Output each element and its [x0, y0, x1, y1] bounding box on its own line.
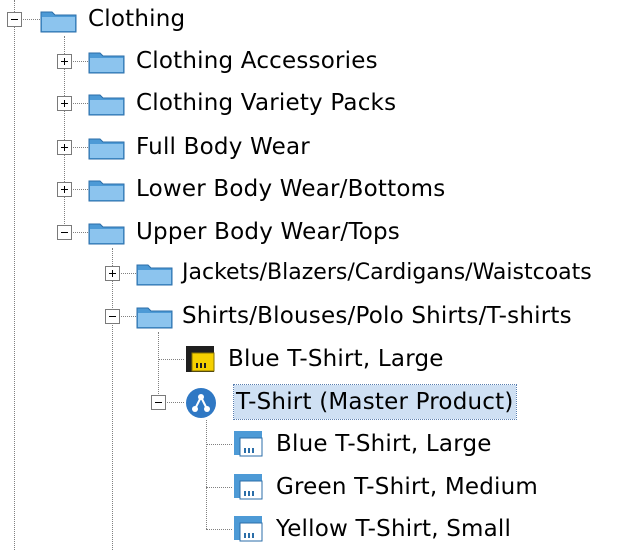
product-icon: [186, 346, 215, 372]
tree-node-lower-body-wear[interactable]: Lower Body Wear/Bottoms: [134, 172, 447, 206]
folder-icon: [88, 94, 125, 116]
tree-node-variant-green-medium[interactable]: Green T-Shirt, Medium: [274, 470, 540, 504]
tree-node-variant-yellow-small[interactable]: Yellow T-Shirt, Small: [274, 512, 513, 546]
tree-node-shirts[interactable]: Shirts/Blouses/Polo Shirts/T-shirts: [180, 299, 574, 333]
expand-toggle[interactable]: [57, 182, 72, 197]
tree-node-clothing-accessories[interactable]: Clothing Accessories: [134, 44, 380, 78]
tree-line: [206, 487, 232, 488]
expand-toggle[interactable]: [57, 96, 72, 111]
folder-icon: [88, 52, 125, 74]
tree-node-clothing-variety-packs[interactable]: Clothing Variety Packs: [134, 86, 398, 120]
collapse-toggle[interactable]: [105, 309, 120, 324]
tree-node-jackets[interactable]: Jackets/Blazers/Cardigans/Waistcoats: [180, 256, 594, 290]
variant-icon: [234, 516, 263, 542]
tree-line: [158, 359, 184, 360]
tree-line: [14, 0, 15, 550]
tree-node-variant-blue-large[interactable]: Blue T-Shirt, Large: [274, 427, 494, 461]
tree-line: [206, 420, 207, 529]
folder-icon: [88, 138, 125, 160]
catalog-tree: Clothing Clothing Accessories Clothing V…: [0, 0, 641, 550]
tree-node-upper-body-wear[interactable]: Upper Body Wear/Tops: [134, 215, 402, 249]
tree-node-blue-tshirt-large[interactable]: Blue T-Shirt, Large: [226, 342, 446, 376]
folder-icon: [88, 180, 125, 202]
folder-icon: [40, 11, 77, 33]
tree-line: [206, 444, 232, 445]
folder-icon: [136, 307, 173, 329]
tree-line: [206, 529, 232, 530]
folder-icon: [136, 264, 173, 286]
tree-node-clothing[interactable]: Clothing: [86, 2, 187, 36]
collapse-toggle[interactable]: [57, 225, 72, 240]
expand-toggle[interactable]: [105, 266, 120, 281]
variant-icon: [234, 474, 263, 500]
folder-icon: [88, 223, 125, 245]
variant-icon: [234, 431, 263, 457]
expand-toggle[interactable]: [57, 54, 72, 69]
tree-line: [112, 248, 113, 550]
tree-node-tshirt-master-product[interactable]: T-Shirt (Master Product): [233, 384, 517, 420]
tree-node-full-body-wear[interactable]: Full Body Wear: [134, 130, 312, 164]
master-product-icon: [186, 388, 216, 418]
expand-toggle[interactable]: [57, 140, 72, 155]
collapse-toggle[interactable]: [7, 12, 22, 27]
tree-line: [158, 332, 159, 402]
collapse-toggle[interactable]: [151, 395, 166, 410]
